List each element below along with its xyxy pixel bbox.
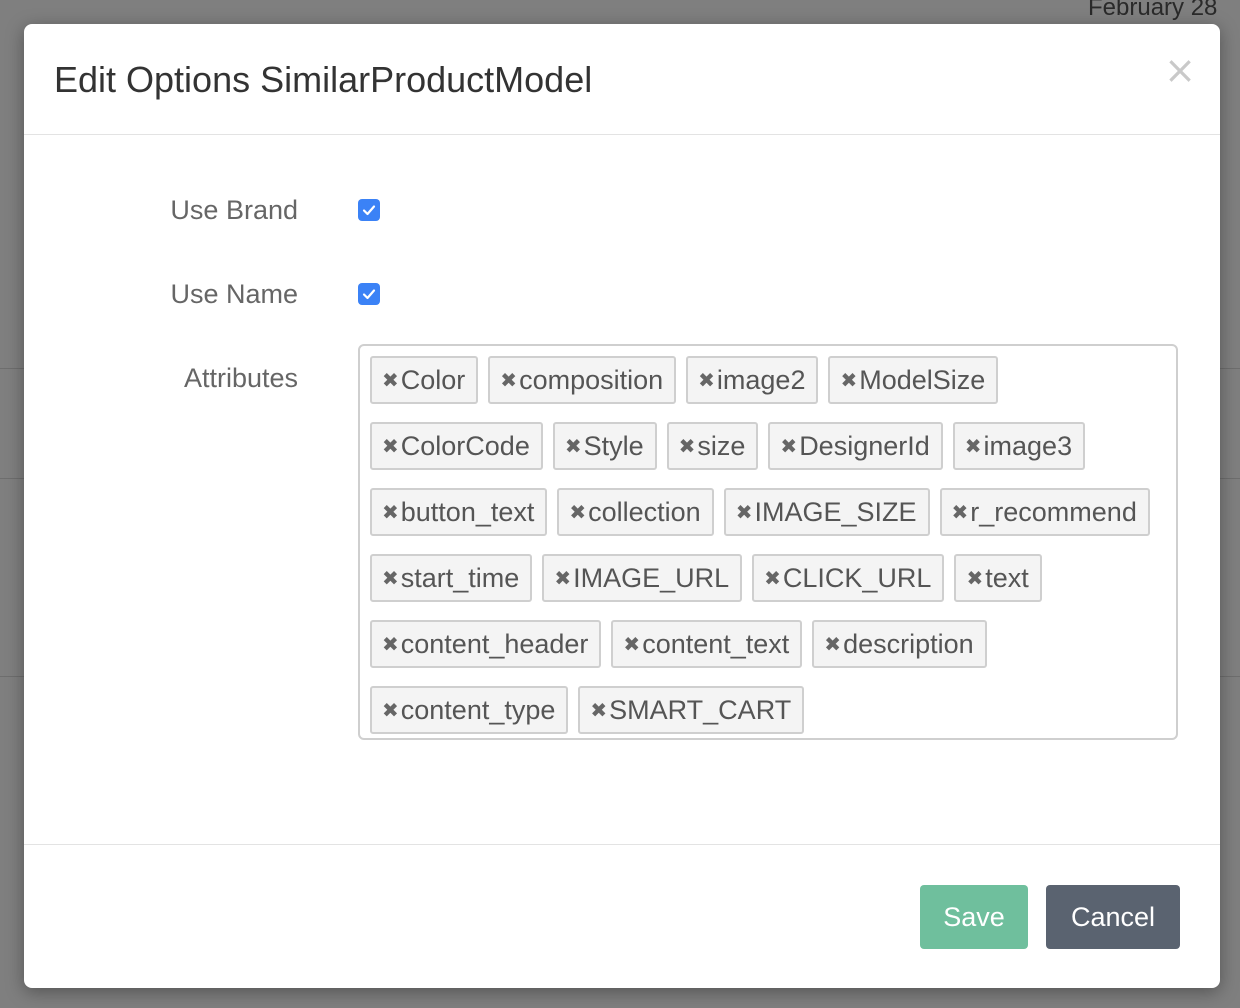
modal-header: Edit Options SimilarProductModel × — [24, 24, 1220, 135]
attribute-tag: ✖ button_text — [370, 488, 548, 536]
attributes-tag-input[interactable]: ✖ Color ✖ composition ✖ image2 ✖ ModelSize ✖ Colo… — [358, 344, 1178, 740]
modal-title: Edit Options SimilarProductModel — [54, 59, 593, 100]
remove-tag-icon[interactable]: ✖ — [824, 634, 841, 654]
checkmark-icon — [362, 205, 376, 216]
remove-tag-icon[interactable]: ✖ — [382, 634, 399, 654]
attribute-tag-label: r_recommend — [970, 496, 1137, 527]
attribute-tag: ✖ ModelSize — [828, 356, 999, 404]
attribute-tag: ✖ description — [812, 620, 987, 668]
use-name-checkbox[interactable] — [358, 283, 380, 305]
remove-tag-icon[interactable]: ✖ — [382, 700, 399, 720]
attribute-tag-label: image2 — [716, 364, 806, 395]
attribute-tag: ✖ composition — [488, 356, 677, 404]
remove-tag-icon[interactable]: ✖ — [780, 436, 797, 456]
attribute-tag-label: ModelSize — [859, 364, 986, 395]
checkmark-icon — [362, 289, 376, 300]
attribute-tag: ✖ r_recommend — [939, 488, 1150, 536]
use-brand-label: Use Brand — [170, 195, 298, 225]
edit-options-modal: Edit Options SimilarProductModel × Use B… — [24, 24, 1220, 988]
attributes-label: Attributes — [183, 363, 298, 393]
attribute-tag: ✖ content_type — [370, 686, 569, 734]
attribute-tag: ✖ Style — [552, 422, 657, 470]
remove-tag-icon[interactable]: ✖ — [679, 436, 696, 456]
remove-tag-icon[interactable]: ✖ — [698, 370, 715, 390]
attribute-tag-label: collection — [588, 496, 701, 527]
attribute-tag-label: DesignerId — [799, 430, 930, 461]
attribute-tag: ✖ SMART_CART — [578, 686, 805, 734]
attribute-tag: ✖ Color — [370, 356, 479, 404]
remove-tag-icon[interactable]: ✖ — [382, 370, 399, 390]
use-name-label: Use Name — [170, 279, 298, 309]
attribute-tag: ✖ collection — [557, 488, 714, 536]
attribute-tag: ✖ size — [666, 422, 759, 470]
remove-tag-icon[interactable]: ✖ — [623, 634, 640, 654]
remove-tag-icon[interactable]: ✖ — [965, 436, 982, 456]
attribute-tag-label: image3 — [983, 430, 1073, 461]
use-brand-checkbox[interactable] — [358, 199, 380, 221]
attribute-tag-label: SMART_CART — [609, 694, 792, 725]
attribute-tag: ✖ image3 — [952, 422, 1086, 470]
attribute-tag: ✖ ColorCode — [370, 422, 543, 470]
remove-tag-icon[interactable]: ✖ — [500, 370, 517, 390]
close-icon[interactable]: × — [1164, 50, 1196, 90]
attribute-tag-label: CLICK_URL — [782, 562, 932, 593]
attribute-tag: ✖ IMAGE_URL — [542, 554, 743, 602]
attribute-tag-label: IMAGE_SIZE — [754, 496, 917, 527]
attribute-tag-label: content_type — [400, 694, 556, 725]
attribute-tag: ✖ text — [954, 554, 1042, 602]
attribute-tag-label: ColorCode — [400, 430, 530, 461]
attribute-tag-label: content_text — [642, 628, 790, 659]
modal-footer: Save Cancel — [24, 844, 1220, 988]
cancel-button[interactable]: Cancel — [1046, 885, 1180, 949]
attribute-tag: ✖ CLICK_URL — [752, 554, 945, 602]
remove-tag-icon[interactable]: ✖ — [764, 568, 781, 588]
remove-tag-icon[interactable]: ✖ — [590, 700, 607, 720]
remove-tag-icon[interactable]: ✖ — [966, 568, 983, 588]
remove-tag-icon[interactable]: ✖ — [569, 502, 586, 522]
attribute-tag-label: description — [843, 628, 974, 659]
attribute-tag: ✖ DesignerId — [768, 422, 943, 470]
attribute-tag-label: start_time — [400, 562, 520, 593]
remove-tag-icon[interactable]: ✖ — [952, 502, 969, 522]
attribute-tag-label: composition — [519, 364, 664, 395]
remove-tag-icon[interactable]: ✖ — [382, 568, 399, 588]
tag-list: ✖ Color ✖ composition ✖ image2 ✖ ModelSize ✖ Colo… — [370, 356, 1170, 734]
attribute-tag: ✖ content_header — [370, 620, 602, 668]
attribute-tag-label: button_text — [400, 496, 535, 527]
remove-tag-icon[interactable]: ✖ — [565, 436, 582, 456]
attribute-tag: ✖ image2 — [686, 356, 819, 404]
attribute-tag-label: Style — [583, 430, 644, 461]
attribute-tag-label: size — [697, 430, 746, 461]
remove-tag-icon[interactable]: ✖ — [840, 370, 857, 390]
attribute-tag-label: content_header — [400, 628, 589, 659]
attribute-tag-label: IMAGE_URL — [573, 562, 730, 593]
attribute-tag-label: text — [985, 562, 1029, 593]
remove-tag-icon[interactable]: ✖ — [382, 436, 399, 456]
attribute-tag: ✖ content_text — [611, 620, 803, 668]
remove-tag-icon[interactable]: ✖ — [554, 568, 571, 588]
attribute-tag: ✖ start_time — [370, 554, 533, 602]
attribute-tag-label: Color — [400, 364, 466, 395]
attribute-tag: ✖ IMAGE_SIZE — [723, 488, 930, 536]
remove-tag-icon[interactable]: ✖ — [382, 502, 399, 522]
remove-tag-icon[interactable]: ✖ — [736, 502, 753, 522]
save-button[interactable]: Save — [920, 885, 1028, 949]
